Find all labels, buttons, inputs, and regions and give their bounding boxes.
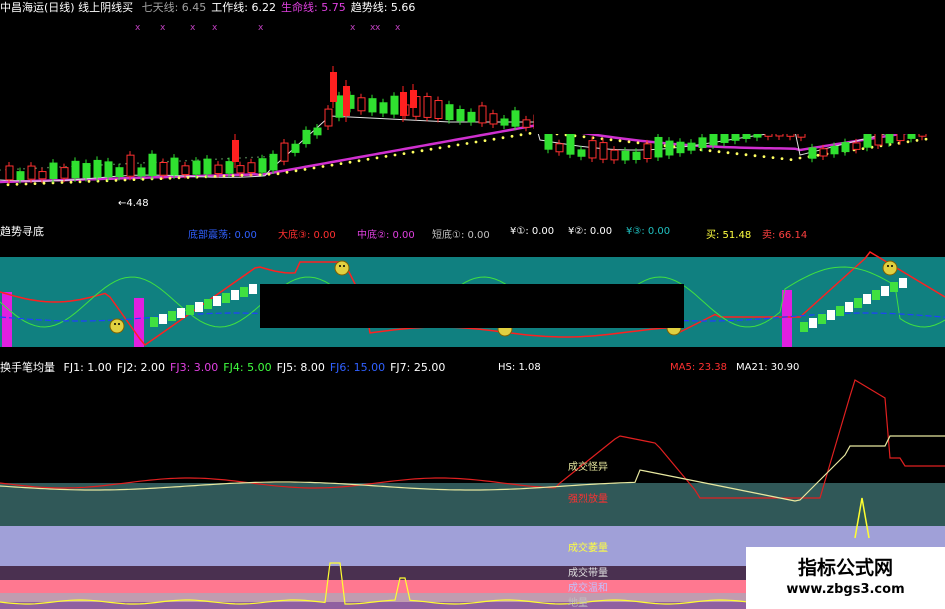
volume-title: 换手笔均量 bbox=[0, 361, 55, 374]
band-label-strong: 强烈放量 bbox=[568, 494, 608, 505]
band-label-band: 成交带量 bbox=[568, 568, 608, 579]
volume-indicator-1: FJ2: 2.00 bbox=[116, 361, 166, 374]
svg-text:x: x bbox=[375, 23, 381, 33]
trend-indicator-6: ¥③: 0.00 bbox=[626, 226, 671, 237]
volume-indicator-3: FJ4: 5.00 bbox=[223, 361, 272, 374]
price-indicator-2: 生命线: 5.75 bbox=[281, 1, 346, 14]
trend-indicator-1: 大底③: 0.00 bbox=[278, 230, 336, 241]
band-label-shrink: 成交萎量 bbox=[568, 543, 608, 554]
trend-indicator-2: 中底②: 0.00 bbox=[357, 230, 415, 241]
price-indicators: 七天线: 6.45 工作线: 6.22 生命线: 5.75 趋势线: 5.66 bbox=[142, 1, 421, 14]
trend-header: 趋势寻底 bbox=[0, 224, 49, 242]
trend-title: 趋势寻底 bbox=[0, 225, 44, 238]
trend-indicator-8: 卖: 66.14 bbox=[762, 230, 808, 241]
svg-text:x: x bbox=[160, 23, 166, 33]
trend-indicator-7: 买: 51.48 bbox=[706, 230, 752, 241]
svg-text:x: x bbox=[350, 23, 356, 33]
price-header: 中昌海运(日线) 线上阴线买 七天线: 6.45 工作线: 6.22 生命线: 5.… bbox=[0, 0, 425, 18]
redaction-block bbox=[534, 0, 945, 134]
band-label-anomaly: 成交怪异 bbox=[568, 462, 608, 473]
trend-indicator-0: 底部震荡: 0.00 bbox=[188, 230, 257, 241]
trend-indicator-4: ¥①: 0.00 bbox=[510, 226, 555, 237]
volume-indicator-5: FJ6: 15.00 bbox=[329, 361, 386, 374]
volume-header: 换手笔均量 FJ1: 1.00 FJ2: 2.00 FJ3: 3.00 FJ4: 5.… bbox=[0, 360, 455, 378]
trend-bottom-pane[interactable]: 趋势寻底 底部震荡: 0.00 大底③: 0.00 中底②: 0.00 短底①: 0.… bbox=[0, 222, 945, 358]
ma5-readout: MA5: 23.38 bbox=[670, 362, 728, 373]
volume-indicator-4: FJ5: 8.00 bbox=[276, 361, 325, 374]
volume-indicators: FJ1: 1.00 FJ2: 2.00 FJ3: 3.00 FJ4: 5.00 FJ5:… bbox=[64, 361, 451, 374]
volume-indicator-2: FJ3: 3.00 bbox=[170, 361, 219, 374]
price-chart-pane[interactable]: xxxxxxxxx 中昌海运(日线) 线上阴线买 七天线: 6.45 工作线: 6… bbox=[0, 0, 945, 222]
trend-indicator-5: ¥②: 0.00 bbox=[568, 226, 613, 237]
svg-text:x: x bbox=[135, 23, 141, 33]
redaction-block bbox=[260, 284, 684, 328]
band-label-moderate: 成交温和 bbox=[568, 583, 608, 594]
volume-indicator-0: FJ1: 1.00 bbox=[63, 361, 112, 374]
svg-text:x: x bbox=[258, 23, 264, 33]
trend-indicator-3: 短底①: 0.00 bbox=[432, 230, 490, 241]
price-indicator-1: 工作线: 6.22 bbox=[211, 1, 276, 14]
price-indicator-0: 七天线: 6.45 bbox=[141, 1, 207, 14]
band-label-ground: 地量 bbox=[568, 598, 588, 609]
svg-text:x: x bbox=[212, 23, 218, 33]
low-price-marker: ←4.48 bbox=[118, 198, 149, 209]
stock-title: 中昌海运(日线) 线上阴线买 bbox=[0, 1, 134, 14]
site-watermark: 指标公式网 www.zbgs3.com bbox=[746, 547, 945, 609]
svg-text:x: x bbox=[395, 23, 401, 33]
ma21-readout: MA21: 30.90 bbox=[736, 362, 800, 373]
hs-readout: HS: 1.08 bbox=[498, 362, 541, 373]
price-indicator-3: 趋势线: 5.66 bbox=[350, 1, 416, 14]
svg-text:x: x bbox=[190, 23, 196, 33]
watermark-title: 指标公式网 bbox=[797, 557, 893, 579]
volume-indicator-6: FJ7: 25.00 bbox=[390, 361, 446, 374]
watermark-url: www.zbgs3.com bbox=[786, 582, 905, 597]
